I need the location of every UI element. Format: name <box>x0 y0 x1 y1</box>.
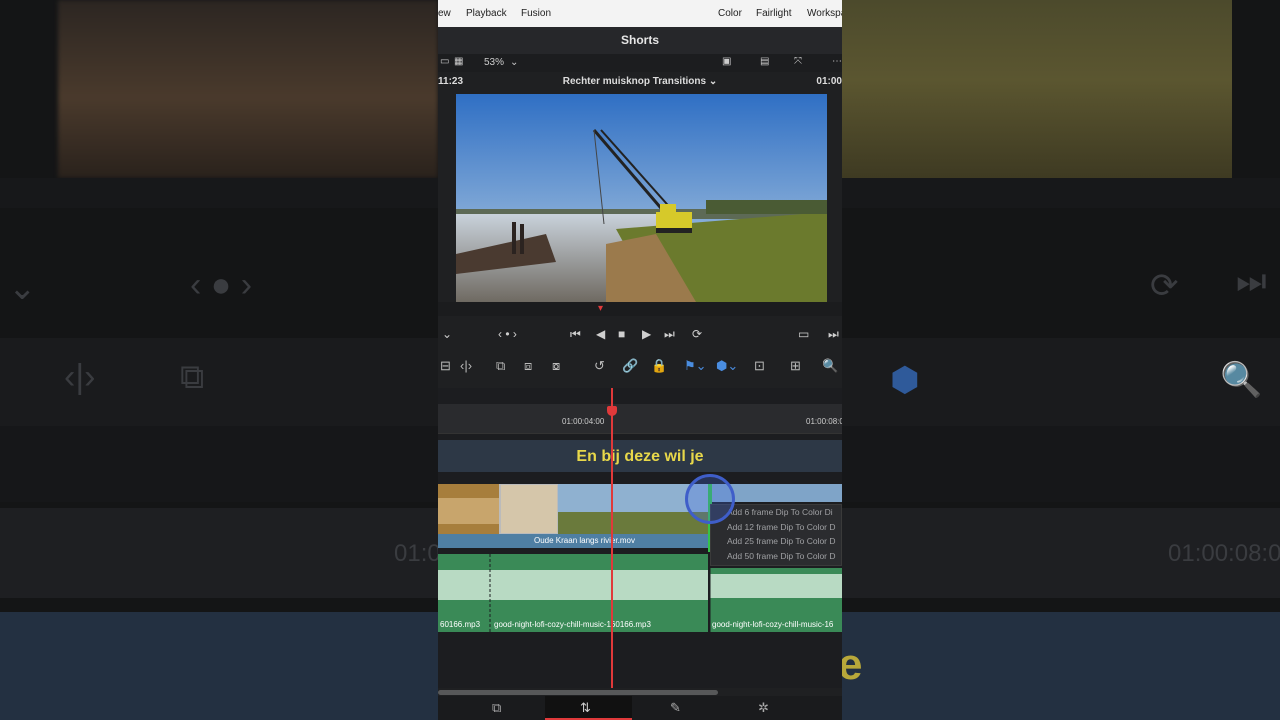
menu-bar: ew Playback Fusion Color Fairlight Works… <box>438 0 842 27</box>
zoom-detail-icon[interactable]: ⊞ <box>790 358 801 374</box>
audio-clip-label-3[interactable]: good-night-lofi-cozy-chill-music-16 <box>712 620 833 629</box>
display-icon[interactable]: ▤ <box>760 56 769 67</box>
ruler-label-4s: 01:00:04:00 <box>562 417 605 426</box>
playhead-handle[interactable] <box>607 406 617 416</box>
menu-item-workspace[interactable]: Workspa <box>807 8 842 19</box>
flag-icon[interactable]: ⚑⌄ <box>684 358 707 374</box>
replace-clip-icon[interactable]: ⧇ <box>552 358 560 374</box>
menu-item-view[interactable]: ew <box>438 8 451 19</box>
page-navigation: ⧉ ⇅ ✎ ✲ <box>438 696 842 720</box>
resolve-app-panel: ew Playback Fusion Color Fairlight Works… <box>438 0 842 720</box>
viewer-scrub-bar[interactable]: ▾ <box>438 302 842 316</box>
select-tool-icon[interactable]: ⊟ <box>440 358 451 374</box>
project-title: Shorts <box>438 27 842 54</box>
cut-page-icon[interactable]: ⧉ <box>492 700 501 716</box>
menu-item-fusion[interactable]: Fusion <box>521 8 551 19</box>
chevron-down-icon[interactable]: ⌄ <box>510 57 518 68</box>
bg-marker-icon: ⬢ <box>890 361 920 399</box>
transport-controls: ⌄ ‹ • › ⏮ ◀ ■ ▶ ⏭ ⟳ ▭ ⏭ <box>438 322 842 348</box>
insert-clip-icon[interactable]: ⧉ <box>496 358 505 374</box>
transform-icon[interactable]: ⤧ <box>794 56 802 67</box>
bg-razor-icon: ‹|› <box>64 358 96 396</box>
bg-loop-icon: ⟳ <box>1150 267 1179 305</box>
color-page-icon[interactable]: ✲ <box>758 700 769 716</box>
play-icon[interactable]: ▶ <box>642 327 651 341</box>
fullscreen-icon[interactable]: ▭ <box>798 327 809 341</box>
timeline-toolbar: ⊟ ‹|› ⧉ ⧈ ⧇ ↺ 🔗 🔒 ⚑⌄ ⬢⌄ ⊡ ⊞ 🔍 <box>438 352 842 380</box>
bg-insert-icon: ⧉ <box>180 358 205 396</box>
fusion-page-icon[interactable]: ✎ <box>670 700 681 716</box>
nav-prev-next-icon[interactable]: ‹ • › <box>498 327 517 341</box>
ruler-label-8s: 01:00:08:0 <box>806 417 842 426</box>
trim-tool-icon[interactable]: ‹|› <box>460 358 472 373</box>
timeline-playhead[interactable] <box>611 388 613 688</box>
menu-item-color[interactable]: Color <box>718 8 742 19</box>
viewer-mode-icon[interactable]: ▣ <box>722 56 731 67</box>
loop-icon[interactable]: ⟳ <box>692 327 702 341</box>
timeline-ruler[interactable]: 01:00:04:00 01:00:08:0 <box>438 404 842 434</box>
layout-icon[interactable]: ▭ <box>440 56 449 67</box>
bg-chevron-down-icon: ⌄ <box>8 269 37 307</box>
bg-end-icon: ⏭ <box>1236 262 1267 300</box>
bg-zoom-icon: 🔍 <box>1220 361 1263 399</box>
menu-item-fairlight[interactable]: Fairlight <box>756 8 792 19</box>
linked-selection-icon[interactable]: 🔗 <box>622 358 638 374</box>
more-icon[interactable]: ⋯ <box>832 56 842 67</box>
menu-item-25-frame-dip[interactable]: Add 25 frame Dip To Color D <box>711 534 841 549</box>
viewer-video-frame <box>456 94 827 302</box>
bg-prev-icon: ‹ ● › <box>190 266 253 304</box>
snapping-icon[interactable]: ↺ <box>594 358 605 374</box>
crane-scene-image <box>456 94 827 302</box>
audio-clip-label-2[interactable]: good-night-lofi-cozy-chill-music-160166.… <box>494 620 651 629</box>
zoom-custom-icon[interactable]: 🔍 <box>822 358 838 374</box>
audio-clip-label-1[interactable]: 60166.mp3 <box>440 620 480 629</box>
overwrite-clip-icon[interactable]: ⧈ <box>524 358 532 374</box>
scrub-playhead-icon[interactable]: ▾ <box>598 303 603 314</box>
viewer-clip-name[interactable]: Rechter muisknop Transitions ⌄ <box>438 76 842 87</box>
timeline[interactable]: 01:00:04:00 01:00:08:0 En bij deze wil j… <box>438 388 842 688</box>
menu-item-12-frame-dip[interactable]: Add 12 frame Dip To Color D <box>711 520 841 535</box>
bg-photo-left <box>58 0 438 178</box>
zoom-full-icon[interactable]: ⊡ <box>754 358 765 374</box>
marker-icon[interactable]: ⬢⌄ <box>716 358 738 374</box>
bg-timecode-right: 01:00:08:0 <box>1168 540 1280 567</box>
viewer-timecode-row: 11:23 Rechter muisknop Transitions ⌄ 01:… <box>438 72 842 92</box>
stop-icon[interactable]: ■ <box>618 327 625 341</box>
video-clip-label[interactable]: Oude Kraan langs rivier.mov <box>530 534 708 548</box>
lock-icon[interactable]: 🔒 <box>651 358 667 374</box>
subtitle-track[interactable]: En bij deze wil je <box>438 440 842 472</box>
transport-chevron-icon[interactable]: ⌄ <box>442 327 452 341</box>
bg-timecode-left: 01:0 <box>394 540 441 567</box>
bg-photo-right <box>842 0 1232 178</box>
timeline-scrollbar[interactable] <box>438 690 718 695</box>
mouse-click-indicator <box>685 474 735 524</box>
go-to-start-icon[interactable]: ⏮ <box>570 327 581 342</box>
next-edit-icon[interactable]: ⏭ <box>828 327 839 342</box>
go-to-end-icon[interactable]: ⏭ <box>664 327 675 342</box>
subtitle-clip-text[interactable]: En bij deze wil je <box>438 448 842 466</box>
zoom-select[interactable]: 53% <box>484 57 504 68</box>
menu-item-50-frame-dip[interactable]: Add 50 frame Dip To Color D <box>711 549 841 564</box>
viewer-toolbar: ▭ ▦ 53% ⌄ ▣ ▤ ⤧ ⋯ <box>438 54 842 72</box>
record-timecode: 01:00 <box>816 76 842 87</box>
play-reverse-icon[interactable]: ◀ <box>596 327 605 341</box>
menu-item-playback[interactable]: Playback <box>466 8 507 19</box>
grid-layout-icon[interactable]: ▦ <box>454 56 463 67</box>
edit-page-icon[interactable]: ⇅ <box>580 700 591 716</box>
audio-track[interactable]: 60166.mp3 good-night-lofi-cozy-chill-mus… <box>438 554 842 634</box>
